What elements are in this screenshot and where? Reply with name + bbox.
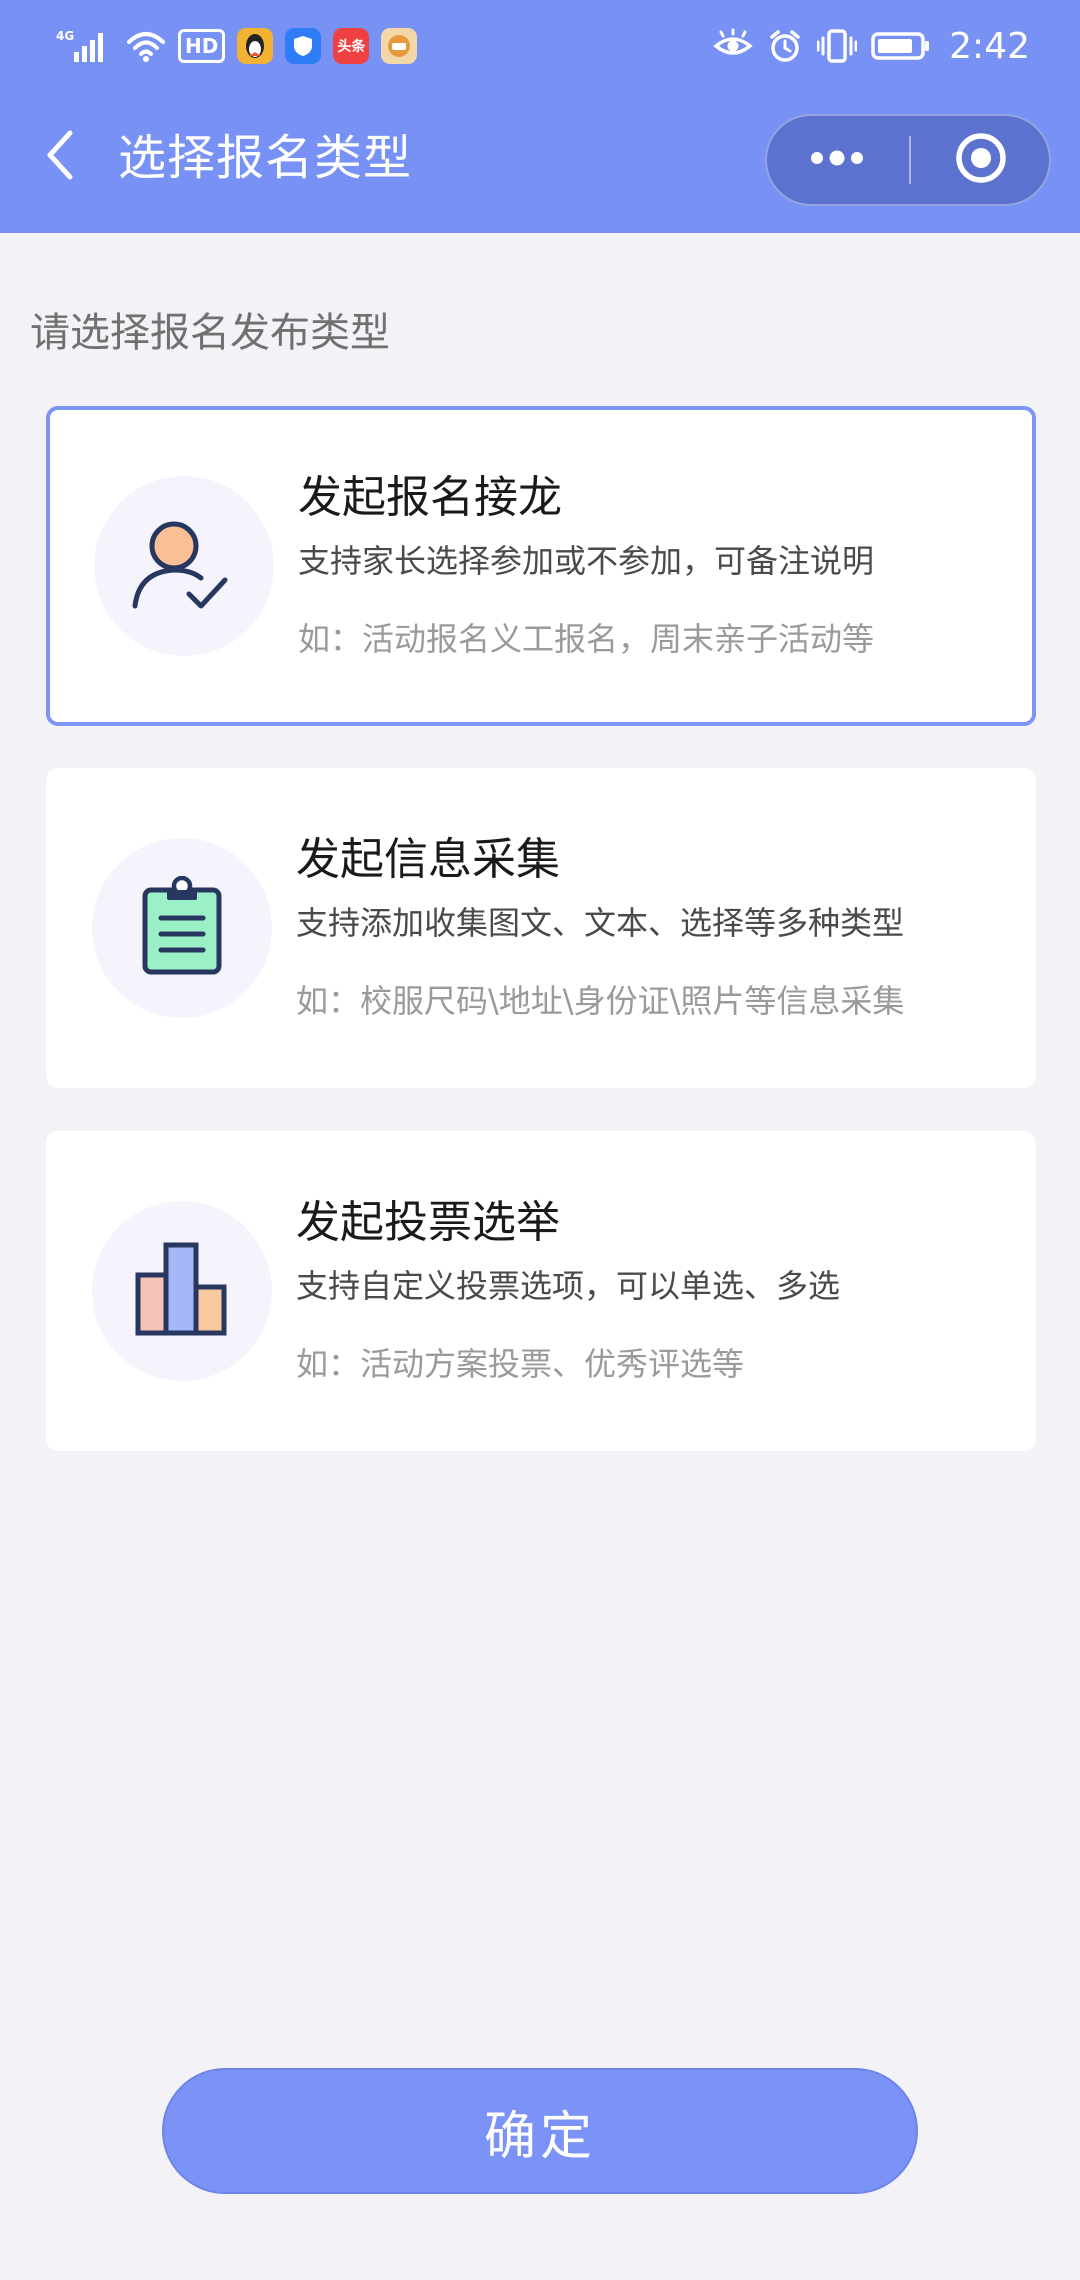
vibrate-icon	[817, 28, 858, 64]
more-button[interactable]	[767, 116, 907, 204]
qq-icon	[237, 28, 274, 64]
eye-icon	[713, 28, 753, 64]
page-title: 选择报名类型	[118, 130, 413, 186]
hd-icon: HD	[178, 29, 226, 63]
status-bar-right: 2:42	[713, 22, 1030, 70]
shield-icon	[285, 28, 322, 64]
card-title: 发起投票选举	[296, 1197, 560, 1248]
card-example: 如：活动报名义工报名，周末亲子活动等	[298, 620, 875, 658]
card-title: 发起报名接龙	[298, 472, 562, 523]
clipboard-icon	[137, 875, 227, 980]
card-vote[interactable]: 发起投票选举 支持自定义投票选项，可以单选、多选 如：活动方案投票、优秀评选等	[46, 1131, 1036, 1451]
card-description: 支持添加收集图文、文本、选择等多种类型	[296, 904, 905, 942]
app-icon	[381, 28, 418, 64]
card-description: 支持家长选择参加或不参加，可备注说明	[298, 542, 875, 580]
network-label: 4G	[56, 29, 74, 43]
wifi-icon	[126, 28, 166, 64]
status-bar-left: 4G HD 头条	[56, 22, 418, 70]
card-description: 支持自定义投票选项，可以单选、多选	[296, 1267, 841, 1305]
confirm-button[interactable]: 确定	[162, 2068, 918, 2194]
close-button[interactable]	[911, 116, 1051, 204]
card-title: 发起信息采集	[296, 834, 560, 885]
card-example: 如：校服尺码\地址\身份证\照片等信息采集	[296, 982, 905, 1020]
nav-bar: 选择报名类型	[0, 92, 1080, 233]
status-time: 2:42	[949, 25, 1030, 67]
header: 4G HD 头条 2:42 选择报名类型	[0, 0, 1080, 233]
card-icon-container	[92, 1201, 272, 1381]
signal-icon: 4G	[56, 28, 114, 64]
chevron-left-icon	[42, 127, 78, 187]
toutiao-icon: 头条	[333, 28, 370, 64]
card-info-collection[interactable]: 发起信息采集 支持添加收集图文、文本、选择等多种类型 如：校服尺码\地址\身份证…	[46, 768, 1036, 1088]
battery-icon	[871, 28, 931, 64]
person-check-icon	[129, 514, 239, 618]
card-signup-relay[interactable]: 发起报名接龙 支持家长选择参加或不参加，可备注说明 如：活动报名义工报名，周末亲…	[46, 406, 1036, 726]
status-bar: 4G HD 头条 2:42	[0, 0, 1080, 92]
bar-chart-icon	[132, 1239, 232, 1343]
back-button[interactable]	[30, 122, 90, 192]
card-icon-container	[94, 476, 274, 656]
target-circle-icon	[953, 130, 1009, 190]
mini-program-capsule	[765, 114, 1051, 206]
card-icon-container	[92, 838, 272, 1018]
alarm-icon	[767, 28, 803, 64]
section-label: 请选择报名发布类型	[30, 310, 390, 356]
card-example: 如：活动方案投票、优秀评选等	[296, 1345, 745, 1383]
more-dots-icon	[807, 150, 867, 170]
